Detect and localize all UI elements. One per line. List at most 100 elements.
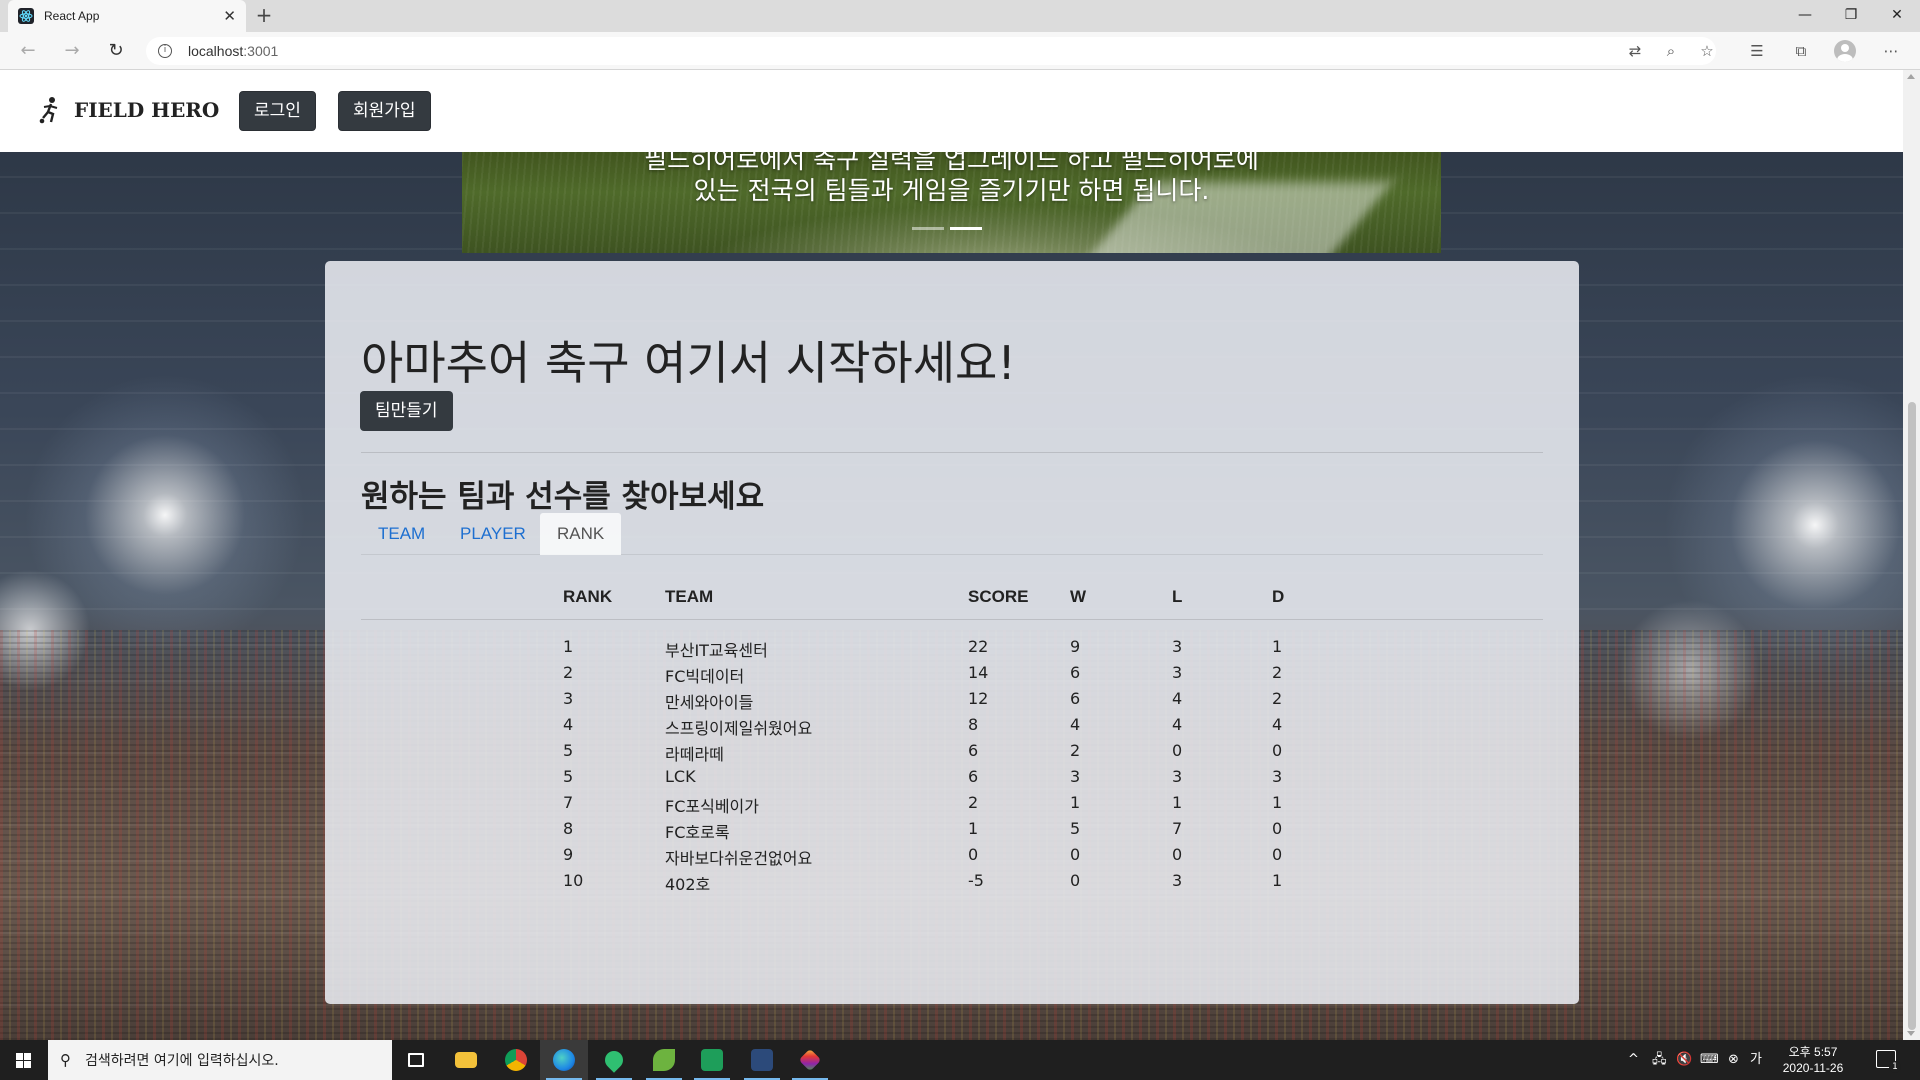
close-tab-icon[interactable]: ✕ <box>223 8 236 24</box>
scrollbar-thumb[interactable] <box>1908 402 1916 1030</box>
refresh-icon[interactable]: ↻ <box>102 39 130 63</box>
draws-cell: 4 <box>1272 715 1283 734</box>
table-row[interactable]: 3 만세와아이들 12 6 4 2 <box>361 687 1543 713</box>
rank-table-header: RANK TEAM SCORE W L D <box>361 587 1543 620</box>
tab-rank[interactable]: RANK <box>540 513 622 555</box>
address-toolbar: ← → ↻ i localhost:3001 ⇄ ⌕ ☆ ☰ ⧉ ⋯ <box>0 32 1920 70</box>
signup-button[interactable]: 회원가입 <box>338 91 431 131</box>
spring-tool-button[interactable] <box>640 1040 688 1080</box>
address-bar[interactable]: i localhost:3001 <box>146 37 1716 65</box>
sheets-app-button[interactable] <box>688 1040 736 1080</box>
back-icon[interactable]: ← <box>14 39 42 63</box>
losses-cell: 1 <box>1172 793 1183 812</box>
edge-icon <box>553 1049 575 1071</box>
zoom-icon[interactable]: ⌕ <box>1660 41 1682 61</box>
more-menu-icon[interactable]: ⋯ <box>1880 41 1902 61</box>
table-row[interactable]: 5 LCK 6 3 3 3 <box>361 765 1543 791</box>
tab-team[interactable]: TEAM <box>361 513 442 555</box>
git-app-button[interactable] <box>786 1040 834 1080</box>
header-draws[interactable]: D <box>1272 587 1284 607</box>
notification-count: 1 <box>1889 1061 1901 1073</box>
page-scrollbar[interactable] <box>1903 70 1920 1040</box>
table-row[interactable]: 10 402호 -5 0 3 1 <box>361 869 1543 895</box>
header-rank[interactable]: RANK <box>563 587 612 607</box>
draws-cell: 0 <box>1272 741 1283 760</box>
table-row[interactable]: 2 FC빅데이터 14 6 3 2 <box>361 661 1543 687</box>
table-row[interactable]: 9 자바보다쉬운건없어요 0 0 0 0 <box>361 843 1543 869</box>
favorites-list-icon[interactable]: ☰ <box>1746 41 1768 61</box>
losses-cell: 3 <box>1172 767 1183 786</box>
losses-cell: 4 <box>1172 689 1183 708</box>
show-hidden-icons[interactable]: ^ <box>1628 1040 1639 1080</box>
carousel-indicator-1[interactable] <box>912 227 944 230</box>
table-row[interactable]: 7 FC포식베이가 2 1 1 1 <box>361 791 1543 817</box>
map-pin-icon <box>601 1047 627 1073</box>
network-icon[interactable]: 🖧 <box>1652 1040 1667 1080</box>
favorite-star-icon[interactable]: ☆ <box>1696 41 1718 61</box>
losses-cell: 7 <box>1172 819 1183 838</box>
edge-button[interactable] <box>540 1040 588 1080</box>
task-view-button[interactable] <box>392 1040 440 1080</box>
draws-cell: 1 <box>1272 871 1283 890</box>
login-button[interactable]: 로그인 <box>239 91 316 131</box>
team-cell: FC포식베이가 <box>665 797 759 816</box>
start-button[interactable] <box>0 1040 48 1080</box>
taskbar-clock[interactable]: 오후 5:57 2020-11-26 <box>1770 1044 1856 1076</box>
file-explorer-button[interactable] <box>442 1040 490 1080</box>
rank-cell: 1 <box>563 637 574 656</box>
score-cell: 12 <box>968 689 989 708</box>
diamond-app-icon <box>798 1048 822 1072</box>
ide-app-button[interactable] <box>738 1040 786 1080</box>
score-cell: 0 <box>968 845 979 864</box>
status-x-icon[interactable]: ⊗ <box>1728 1040 1739 1080</box>
translate-icon[interactable]: ⇄ <box>1624 41 1646 61</box>
new-tab-button[interactable]: + <box>252 4 276 28</box>
volume-muted-icon[interactable]: 🔇 <box>1676 1040 1692 1080</box>
clock-time: 오후 5:57 <box>1788 1045 1838 1059</box>
maps-app-button[interactable] <box>590 1040 638 1080</box>
team-cell: LCK <box>665 767 696 786</box>
header-wins[interactable]: W <box>1070 587 1086 607</box>
keyboard-icon[interactable]: ⌨ <box>1700 1040 1719 1080</box>
hero-carousel: 필드히어로에서 축구 실력을 업그레이드 하고 필드히어로에 있는 전국의 팀들… <box>462 152 1441 253</box>
collections-icon[interactable]: ⧉ <box>1790 41 1812 61</box>
draws-cell: 0 <box>1272 819 1283 838</box>
table-row[interactable]: 1 부산IT교육센터 22 9 3 1 <box>361 635 1543 661</box>
restore-icon[interactable]: ❐ <box>1828 0 1874 32</box>
rank-cell: 9 <box>563 845 574 864</box>
notification-center-icon[interactable]: 1 <box>1876 1050 1901 1073</box>
make-team-button[interactable]: 팀만들기 <box>360 391 453 431</box>
score-cell: 6 <box>968 741 979 760</box>
chrome-button[interactable] <box>492 1040 540 1080</box>
ime-indicator-icon[interactable]: 가 <box>1750 1040 1762 1080</box>
brand-link[interactable]: FIELD HERO <box>38 96 219 124</box>
site-info-icon[interactable]: i <box>158 44 172 58</box>
rank-cell: 8 <box>563 819 574 838</box>
close-window-icon[interactable]: ✕ <box>1874 0 1920 32</box>
chrome-icon <box>505 1049 527 1071</box>
header-score[interactable]: SCORE <box>968 587 1028 607</box>
table-row[interactable]: 8 FC호로록 1 5 7 0 <box>361 817 1543 843</box>
team-cell: 스프링이제일쉬웠어요 <box>665 719 813 738</box>
header-losses[interactable]: L <box>1172 587 1182 607</box>
profile-avatar-icon[interactable] <box>1834 40 1856 62</box>
scroll-down-arrow-icon[interactable] <box>1907 1031 1915 1036</box>
wins-cell: 6 <box>1070 663 1081 682</box>
scroll-up-arrow-icon[interactable] <box>1907 74 1915 79</box>
forward-icon[interactable]: → <box>58 39 86 63</box>
minimize-icon[interactable]: — <box>1782 0 1828 32</box>
team-cell: 라떼라떼 <box>665 745 724 764</box>
rank-cell: 5 <box>563 741 574 760</box>
wins-cell: 4 <box>1070 715 1081 734</box>
table-row[interactable]: 4 스프링이제일쉬웠어요 8 4 4 4 <box>361 713 1543 739</box>
carousel-indicator-2[interactable] <box>950 227 982 230</box>
header-team[interactable]: TEAM <box>665 587 713 607</box>
tab-player[interactable]: PLAYER <box>443 513 543 555</box>
search-section-title: 원하는 팀과 선수를 찾아보세요 <box>361 479 765 515</box>
carousel-indicators <box>912 227 982 230</box>
taskbar-search[interactable]: ⚲ 검색하려면 여기에 입력하십시오. <box>48 1040 392 1080</box>
team-cell: FC호로록 <box>665 823 730 842</box>
browser-tab[interactable]: React App ✕ <box>8 0 246 32</box>
table-row[interactable]: 5 라떼라떼 6 2 0 0 <box>361 739 1543 765</box>
windows-logo-icon <box>16 1053 31 1068</box>
